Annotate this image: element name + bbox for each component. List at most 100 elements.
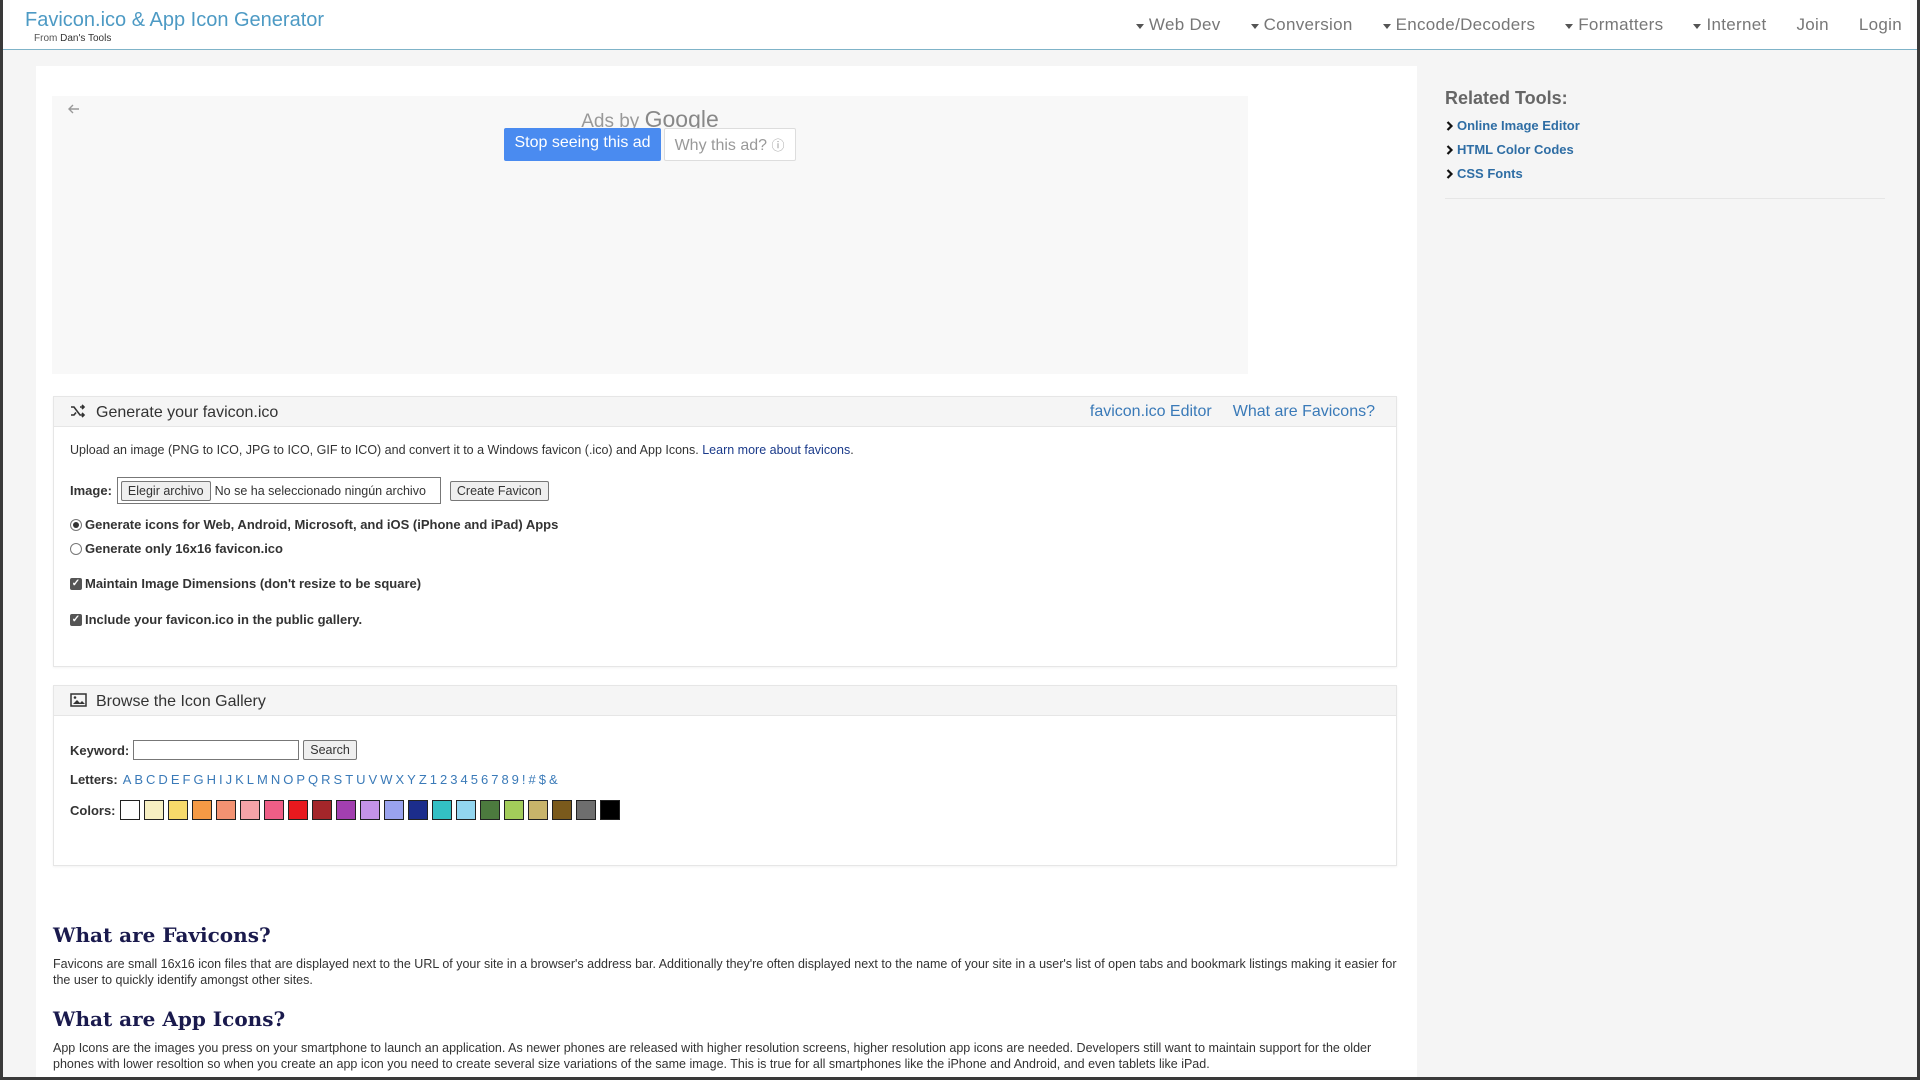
letter-link[interactable]: K bbox=[235, 772, 244, 787]
color-swatch[interactable] bbox=[239, 800, 260, 820]
sidebar-item-css-fonts[interactable]: CSS Fonts bbox=[1445, 166, 1885, 181]
color-swatch[interactable] bbox=[119, 800, 140, 820]
letter-link[interactable]: D bbox=[158, 772, 167, 787]
nav-web-dev[interactable]: Web Dev bbox=[1135, 15, 1221, 35]
color-swatch[interactable] bbox=[383, 800, 404, 820]
nav-conversion[interactable]: Conversion bbox=[1250, 15, 1353, 35]
color-swatch[interactable] bbox=[335, 800, 356, 820]
letter-link[interactable]: L bbox=[247, 772, 254, 787]
letter-link[interactable]: T bbox=[345, 772, 353, 787]
letter-link[interactable]: N bbox=[271, 772, 280, 787]
color-swatch[interactable] bbox=[455, 800, 476, 820]
letter-link[interactable]: 7 bbox=[491, 772, 498, 787]
letter-link[interactable]: X bbox=[396, 772, 405, 787]
letter-link[interactable]: # bbox=[529, 772, 536, 787]
sidebar-item-label: Online Image Editor bbox=[1457, 118, 1580, 133]
sidebar-divider bbox=[1445, 198, 1885, 199]
letter-link[interactable]: 1 bbox=[430, 772, 437, 787]
letter-link[interactable]: 3 bbox=[450, 772, 457, 787]
option-public-gallery[interactable]: ✓ Include your favicon.ico in the public… bbox=[70, 612, 1380, 627]
letter-link[interactable]: O bbox=[283, 772, 293, 787]
nav-encode-decoders[interactable]: Encode/Decoders bbox=[1382, 15, 1536, 35]
letter-link[interactable]: & bbox=[549, 772, 558, 787]
nav-formatters[interactable]: Formatters bbox=[1565, 15, 1663, 35]
color-swatch[interactable] bbox=[167, 800, 188, 820]
dans-tools-link[interactable]: Dan's Tools bbox=[60, 33, 111, 44]
search-button[interactable]: Search bbox=[303, 740, 357, 760]
color-swatch[interactable] bbox=[527, 800, 548, 820]
color-swatch[interactable] bbox=[359, 800, 380, 820]
letter-link[interactable]: G bbox=[193, 772, 203, 787]
letter-link[interactable]: Q bbox=[308, 772, 318, 787]
color-swatch[interactable] bbox=[191, 800, 212, 820]
letter-link[interactable]: V bbox=[369, 772, 378, 787]
color-swatch[interactable] bbox=[599, 800, 620, 820]
letter-link[interactable]: ! bbox=[522, 772, 526, 787]
nav-login[interactable]: Login bbox=[1859, 15, 1902, 35]
color-swatch[interactable] bbox=[479, 800, 500, 820]
keyword-input[interactable] bbox=[133, 740, 300, 760]
learn-more-link[interactable]: Learn more about favicons bbox=[702, 443, 850, 457]
nav-internet[interactable]: Internet bbox=[1693, 15, 1766, 35]
letter-link[interactable]: 5 bbox=[471, 772, 478, 787]
why-this-ad-button[interactable]: Why this ad? ⓘ bbox=[663, 128, 796, 161]
sidebar-item-online-image-editor[interactable]: Online Image Editor bbox=[1445, 118, 1885, 133]
checkbox-maintain-dimensions[interactable]: ✓ bbox=[70, 577, 82, 590]
option-maintain-dimensions[interactable]: ✓ Maintain Image Dimensions (don't resiz… bbox=[70, 576, 1380, 591]
caret-down-icon bbox=[1135, 23, 1144, 29]
color-swatch[interactable] bbox=[263, 800, 284, 820]
favicon-editor-link[interactable]: favicon.ico Editor bbox=[1090, 403, 1212, 421]
letter-link[interactable]: S bbox=[334, 772, 343, 787]
letter-link[interactable]: R bbox=[321, 772, 330, 787]
letter-link[interactable]: I bbox=[219, 772, 223, 787]
letter-link[interactable]: 6 bbox=[481, 772, 488, 787]
color-swatch[interactable] bbox=[143, 800, 164, 820]
brand[interactable]: Favicon.ico & App Icon Generator From Da… bbox=[25, 8, 324, 44]
letter-link[interactable]: 2 bbox=[440, 772, 447, 787]
letter-link[interactable]: J bbox=[226, 772, 233, 787]
letter-link[interactable]: 8 bbox=[501, 772, 508, 787]
nav-join[interactable]: Join bbox=[1797, 15, 1829, 35]
letter-link[interactable]: Y bbox=[407, 772, 416, 787]
color-swatch[interactable] bbox=[503, 800, 524, 820]
radio-all-platforms[interactable] bbox=[70, 518, 82, 531]
color-swatch[interactable] bbox=[431, 800, 452, 820]
file-input[interactable]: Elegir archivo No se ha seleccionado nin… bbox=[116, 477, 441, 504]
color-swatch[interactable] bbox=[311, 800, 332, 820]
color-swatch[interactable] bbox=[407, 800, 428, 820]
letter-link[interactable]: $ bbox=[539, 772, 546, 787]
letter-link[interactable]: H bbox=[207, 772, 216, 787]
create-favicon-button[interactable]: Create Favicon bbox=[449, 480, 549, 501]
color-swatch[interactable] bbox=[215, 800, 236, 820]
what-are-favicons-link[interactable]: What are Favicons? bbox=[1233, 403, 1375, 421]
caret-down-icon bbox=[1382, 23, 1391, 29]
stop-seeing-ad-button[interactable]: Stop seeing this ad bbox=[504, 128, 661, 161]
letters-label: Letters: bbox=[70, 772, 118, 787]
heading-what-are-app-icons: What are App Icons? bbox=[53, 1007, 286, 1031]
letter-link[interactable]: 9 bbox=[512, 772, 519, 787]
option-only-16[interactable]: Generate only 16x16 favicon.ico bbox=[70, 541, 1380, 556]
color-swatch[interactable] bbox=[287, 800, 308, 820]
color-swatch[interactable] bbox=[551, 800, 572, 820]
letter-link[interactable]: U bbox=[356, 772, 365, 787]
letter-link[interactable]: M bbox=[257, 772, 268, 787]
letters-row: Letters: ABCDEFGHIJKLMNOPQRSTUVWXYZ12345… bbox=[70, 772, 1380, 787]
letter-link[interactable]: C bbox=[146, 772, 155, 787]
option-all-platforms[interactable]: Generate icons for Web, Android, Microso… bbox=[70, 517, 1380, 532]
maintain-dimensions-label: Maintain Image Dimensions (don't resize … bbox=[85, 576, 422, 591]
radio-only-16[interactable] bbox=[70, 542, 82, 555]
letter-link[interactable]: E bbox=[171, 772, 180, 787]
letter-link[interactable]: W bbox=[380, 772, 392, 787]
color-swatch[interactable] bbox=[575, 800, 596, 820]
letter-link[interactable]: F bbox=[182, 772, 190, 787]
choose-file-button[interactable]: Elegir archivo bbox=[120, 480, 211, 501]
sidebar-item-html-color-codes[interactable]: HTML Color Codes bbox=[1445, 142, 1885, 157]
letter-link[interactable]: 4 bbox=[461, 772, 468, 787]
site-title[interactable]: Favicon.ico & App Icon Generator bbox=[25, 8, 324, 32]
letter-link[interactable]: B bbox=[134, 772, 143, 787]
letter-link[interactable]: A bbox=[123, 772, 132, 787]
letter-link[interactable]: P bbox=[296, 772, 305, 787]
letter-link[interactable]: Z bbox=[419, 772, 427, 787]
checkbox-public-gallery[interactable]: ✓ bbox=[70, 613, 82, 626]
generate-panel-title: Generate your favicon.ico bbox=[96, 404, 279, 421]
